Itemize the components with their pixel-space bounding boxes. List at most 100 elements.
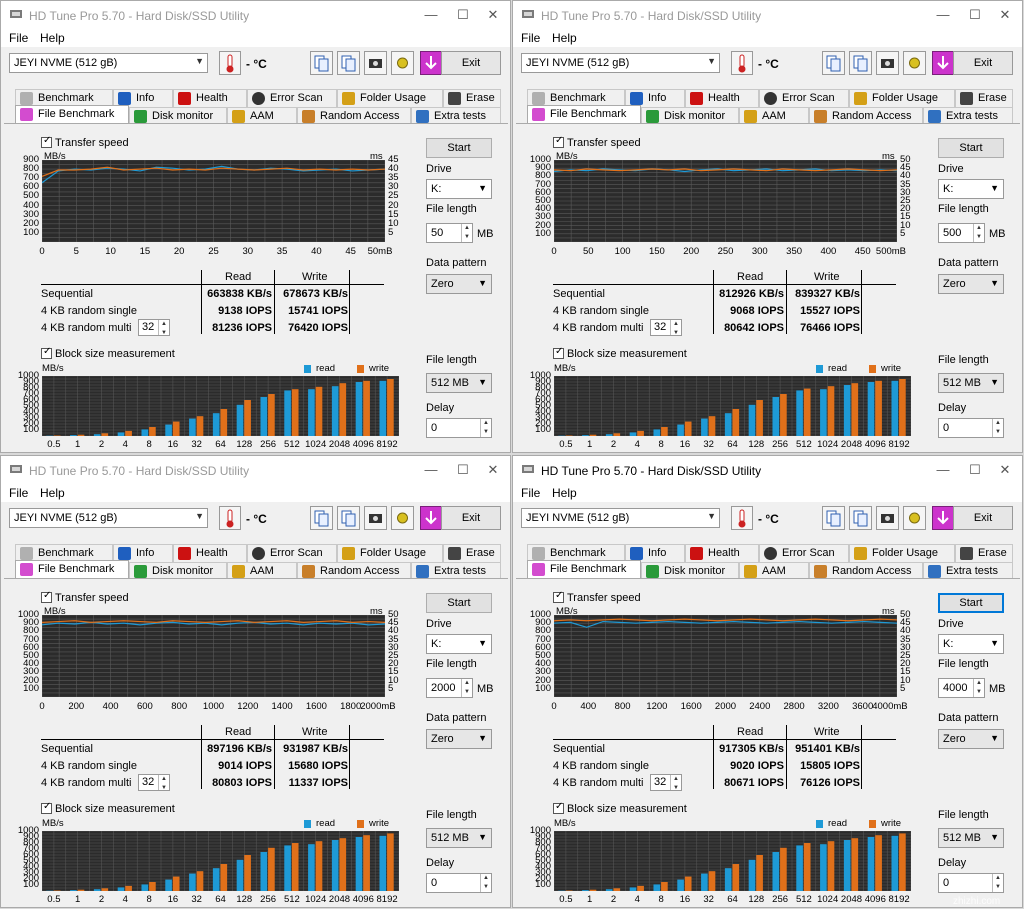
menu-file[interactable]: File xyxy=(521,31,540,45)
spin-arrows-icon[interactable]: ▲ ▼ xyxy=(973,679,984,697)
copy-info-icon[interactable] xyxy=(822,506,845,530)
menu-help[interactable]: Help xyxy=(552,486,577,500)
screenshot-icon[interactable] xyxy=(876,506,899,530)
tab-erase[interactable]: Erase xyxy=(443,89,501,107)
block-size-checkbox[interactable]: Block size measurement xyxy=(553,346,687,360)
queue-depth-spinner[interactable]: 32 ▲ ▼ xyxy=(138,774,170,791)
drive-select[interactable]: JEYI NVME (512 gB) ▼ xyxy=(9,508,208,528)
queue-depth-spinner[interactable]: 32 ▲ ▼ xyxy=(650,319,682,336)
block-file-length-select[interactable]: 512 MB ▼ xyxy=(426,373,492,393)
drive-select[interactable]: JEYI NVME (512 gB) ▼ xyxy=(521,508,720,528)
menu-file[interactable]: File xyxy=(9,31,28,45)
tab-error-scan[interactable]: Error Scan xyxy=(247,89,337,107)
close-button[interactable]: ✕ xyxy=(993,460,1017,480)
save-icon[interactable] xyxy=(932,51,955,75)
file-length-spinner[interactable]: 50 ▲ ▼ xyxy=(426,223,473,243)
tab-erase[interactable]: Erase xyxy=(955,544,1013,562)
title-bar[interactable]: HD Tune Pro 5.70 - Hard Disk/SSD Utility… xyxy=(513,456,1022,484)
drive-letter-select[interactable]: K: ▼ xyxy=(938,179,1004,199)
menu-help[interactable]: Help xyxy=(40,486,65,500)
tab-folder-usage[interactable]: Folder Usage xyxy=(849,89,955,107)
block-size-checkbox[interactable]: Block size measurement xyxy=(41,801,175,815)
drive-select[interactable]: JEYI NVME (512 gB) ▼ xyxy=(521,53,720,73)
block-size-checkbox[interactable]: Block size measurement xyxy=(41,346,175,360)
drive-letter-select[interactable]: K: ▼ xyxy=(426,634,492,654)
tab-erase[interactable]: Erase xyxy=(955,89,1013,107)
tab-health[interactable]: Health xyxy=(685,544,759,562)
block-file-length-select[interactable]: 512 MB ▼ xyxy=(938,828,1004,848)
queue-depth-spinner[interactable]: 32 ▲ ▼ xyxy=(650,774,682,791)
tab-erase[interactable]: Erase xyxy=(443,544,501,562)
exit-button[interactable]: Exit xyxy=(953,51,1013,75)
save-icon[interactable] xyxy=(420,51,443,75)
title-bar[interactable]: HD Tune Pro 5.70 - Hard Disk/SSD Utility… xyxy=(1,1,510,29)
delay-spinner[interactable]: 0 ▲ ▼ xyxy=(938,418,1004,438)
queue-depth-spinner[interactable]: 32 ▲ ▼ xyxy=(138,319,170,336)
maximize-button[interactable]: ☐ xyxy=(451,5,475,25)
tab-file-benchmark[interactable]: File Benchmark xyxy=(527,105,641,125)
start-button[interactable]: Start xyxy=(426,138,492,158)
thermometer-icon[interactable] xyxy=(219,51,241,75)
spin-arrows-icon[interactable]: ▲ ▼ xyxy=(461,679,472,697)
copy-info-icon[interactable] xyxy=(310,51,333,75)
spin-arrows-icon[interactable]: ▲ ▼ xyxy=(461,224,472,242)
options-icon[interactable] xyxy=(391,51,414,75)
spin-arrows-icon[interactable]: ▲ ▼ xyxy=(158,775,169,791)
maximize-button[interactable]: ☐ xyxy=(963,5,987,25)
menu-help[interactable]: Help xyxy=(40,31,65,45)
tab-error-scan[interactable]: Error Scan xyxy=(759,544,849,562)
data-pattern-select[interactable]: Zero ▼ xyxy=(426,274,492,294)
drive-letter-select[interactable]: K: ▼ xyxy=(426,179,492,199)
spin-arrows-icon[interactable]: ▲ ▼ xyxy=(480,419,491,437)
spin-arrows-icon[interactable]: ▲ ▼ xyxy=(670,320,681,336)
transfer-speed-checkbox[interactable]: Transfer speed xyxy=(41,590,129,604)
start-button[interactable]: Start xyxy=(938,138,1004,158)
menu-file[interactable]: File xyxy=(9,486,28,500)
copy-info-icon[interactable] xyxy=(310,506,333,530)
tab-folder-usage[interactable]: Folder Usage xyxy=(337,89,443,107)
copy-info-icon[interactable] xyxy=(822,51,845,75)
transfer-speed-checkbox[interactable]: Transfer speed xyxy=(41,135,129,149)
file-length-spinner[interactable]: 500 ▲ ▼ xyxy=(938,223,985,243)
block-file-length-select[interactable]: 512 MB ▼ xyxy=(426,828,492,848)
delay-spinner[interactable]: 0 ▲ ▼ xyxy=(426,873,492,893)
exit-button[interactable]: Exit xyxy=(441,506,501,530)
tab-health[interactable]: Health xyxy=(173,89,247,107)
data-pattern-select[interactable]: Zero ▼ xyxy=(938,729,1004,749)
minimize-button[interactable]: — xyxy=(419,5,443,25)
spin-arrows-icon[interactable]: ▲ ▼ xyxy=(480,874,491,892)
screenshot-icon[interactable] xyxy=(876,51,899,75)
file-length-spinner[interactable]: 2000 ▲ ▼ xyxy=(426,678,473,698)
tab-file-benchmark[interactable]: File Benchmark xyxy=(15,105,129,125)
screenshot-icon[interactable] xyxy=(364,51,387,75)
drive-letter-select[interactable]: K: ▼ xyxy=(938,634,1004,654)
tab-folder-usage[interactable]: Folder Usage xyxy=(337,544,443,562)
save-icon[interactable] xyxy=(932,506,955,530)
start-button[interactable]: Start xyxy=(426,593,492,613)
spin-arrows-icon[interactable]: ▲ ▼ xyxy=(158,320,169,336)
exit-button[interactable]: Exit xyxy=(441,51,501,75)
copy-all-icon[interactable] xyxy=(337,51,360,75)
file-length-spinner[interactable]: 4000 ▲ ▼ xyxy=(938,678,985,698)
maximize-button[interactable]: ☐ xyxy=(451,460,475,480)
options-icon[interactable] xyxy=(903,51,926,75)
menu-help[interactable]: Help xyxy=(552,31,577,45)
data-pattern-select[interactable]: Zero ▼ xyxy=(426,729,492,749)
copy-all-icon[interactable] xyxy=(849,506,872,530)
options-icon[interactable] xyxy=(391,506,414,530)
copy-all-icon[interactable] xyxy=(849,51,872,75)
spin-arrows-icon[interactable]: ▲ ▼ xyxy=(670,775,681,791)
transfer-speed-checkbox[interactable]: Transfer speed xyxy=(553,135,641,149)
close-button[interactable]: ✕ xyxy=(481,460,505,480)
options-icon[interactable] xyxy=(903,506,926,530)
data-pattern-select[interactable]: Zero ▼ xyxy=(938,274,1004,294)
drive-select[interactable]: JEYI NVME (512 gB) ▼ xyxy=(9,53,208,73)
minimize-button[interactable]: — xyxy=(931,460,955,480)
maximize-button[interactable]: ☐ xyxy=(963,460,987,480)
minimize-button[interactable]: — xyxy=(931,5,955,25)
screenshot-icon[interactable] xyxy=(364,506,387,530)
tab-health[interactable]: Health xyxy=(685,89,759,107)
transfer-speed-checkbox[interactable]: Transfer speed xyxy=(553,590,641,604)
delay-spinner[interactable]: 0 ▲ ▼ xyxy=(938,873,1004,893)
menu-file[interactable]: File xyxy=(521,486,540,500)
